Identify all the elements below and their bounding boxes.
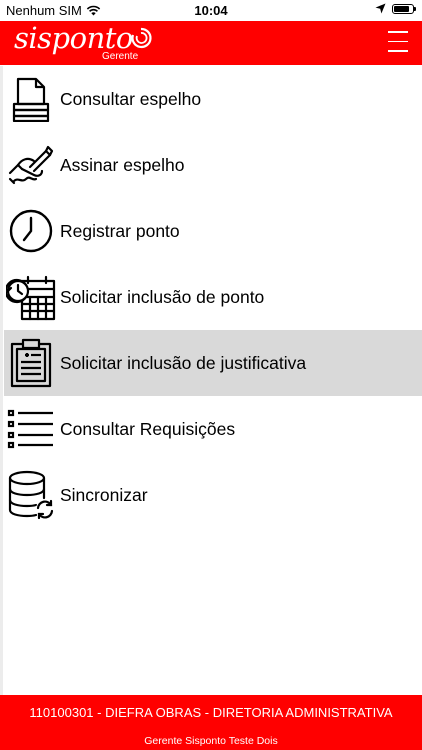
- menu-item-label: Consultar Requisições: [60, 418, 236, 439]
- menu-item-solicitar-inclusao-justificativa[interactable]: Solicitar inclusão de justificativa: [4, 330, 422, 396]
- menu-item-label: Registrar ponto: [60, 220, 180, 241]
- clipboard-icon: [6, 338, 56, 388]
- menu-item-label: Solicitar inclusão de justificativa: [60, 352, 307, 373]
- footer-org-label: 110100301 - DIEFRA OBRAS - DIRETORIA ADM…: [29, 705, 393, 720]
- app-footer: 110100301 - DIEFRA OBRAS - DIRETORIA ADM…: [0, 695, 422, 750]
- menu-item-label: Solicitar inclusão de ponto: [60, 286, 265, 307]
- main-menu: Consultar espelho Assinar espelho Regist…: [4, 66, 422, 528]
- menu-item-solicitar-inclusao-ponto[interactable]: Solicitar inclusão de ponto: [4, 264, 422, 330]
- status-right: [375, 3, 416, 14]
- battery-icon: [392, 3, 416, 14]
- app-header: sisponto Gerente: [0, 21, 422, 65]
- location-arrow-icon: [375, 3, 386, 14]
- menu-item-label: Sincronizar: [60, 484, 148, 505]
- checklist-icon: [6, 404, 56, 454]
- left-edge-strip: [0, 66, 3, 695]
- menu-item-label: Consultar espelho: [60, 88, 202, 109]
- menu-item-label: Assinar espelho: [60, 154, 185, 175]
- clock-calendar-icon: [6, 272, 56, 322]
- status-bar: Nenhum SIM 10:04: [0, 0, 422, 21]
- clock-time: 10:04: [194, 3, 228, 18]
- document-stack-icon: [6, 74, 56, 124]
- logo-subtitle: Gerente: [102, 51, 139, 62]
- database-sync-icon: [6, 470, 56, 520]
- menu-item-consultar-requisicoes[interactable]: Consultar Requisições: [4, 396, 422, 462]
- hamburger-bar: [388, 50, 408, 52]
- logo-swirl-icon: [131, 27, 152, 49]
- logo-brand: sisponto: [14, 21, 133, 55]
- hamburger-menu-button[interactable]: [388, 31, 408, 55]
- signing-hand-icon: [6, 140, 56, 190]
- footer-user-label: Gerente Sisponto Teste Dois: [144, 735, 278, 747]
- menu-item-sincronizar[interactable]: Sincronizar: [4, 462, 422, 528]
- hamburger-bar: [388, 40, 408, 42]
- app-logo: sisponto Gerente: [14, 21, 152, 62]
- hamburger-bar: [388, 31, 408, 33]
- clock-icon: [6, 206, 56, 256]
- menu-item-consultar-espelho[interactable]: Consultar espelho: [4, 66, 422, 132]
- battery-fill: [394, 5, 410, 12]
- menu-item-registrar-ponto[interactable]: Registrar ponto: [4, 198, 422, 264]
- menu-item-assinar-espelho[interactable]: Assinar espelho: [4, 132, 422, 198]
